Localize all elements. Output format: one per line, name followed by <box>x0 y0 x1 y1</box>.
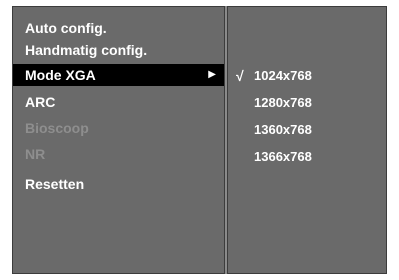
osd-menu: Auto config. Handmatig config. Mode XGA … <box>12 6 387 274</box>
menu-item-nr: NR <box>13 143 224 165</box>
option-label: 1280x768 <box>254 95 312 110</box>
menu-item-resetten[interactable]: Resetten <box>13 173 224 195</box>
main-menu-panel: Auto config. Handmatig config. Mode XGA … <box>12 6 225 274</box>
menu-item-label: Mode XGA <box>25 67 96 83</box>
submenu-arrow-icon: ▶ <box>208 69 216 80</box>
menu-item-label: NR <box>25 146 46 162</box>
menu-item-label: Resetten <box>25 176 85 192</box>
option-label: 1024x768 <box>254 68 312 83</box>
submenu-panel: √ 1024x768 1280x768 1360x768 1366x768 <box>227 6 387 274</box>
option-1360x768[interactable]: 1360x768 <box>228 120 386 140</box>
option-1366x768[interactable]: 1366x768 <box>228 147 386 167</box>
menu-item-manual-config[interactable]: Handmatig config. <box>13 39 224 61</box>
menu-item-label: Bioscoop <box>25 120 89 136</box>
menu-item-auto-config[interactable]: Auto config. <box>13 17 224 39</box>
menu-item-label: Auto config. <box>25 20 107 36</box>
menu-item-arc[interactable]: ARC <box>13 91 224 113</box>
menu-item-bioscoop: Bioscoop <box>13 117 224 139</box>
checkmark-icon: √ <box>236 68 244 84</box>
option-label: 1360x768 <box>254 122 312 137</box>
menu-item-mode-xga[interactable]: Mode XGA ▶ <box>13 64 224 86</box>
menu-item-label: ARC <box>25 94 56 110</box>
menu-item-label: Handmatig config. <box>25 42 148 58</box>
option-1024x768[interactable]: √ 1024x768 <box>228 66 386 86</box>
option-1280x768[interactable]: 1280x768 <box>228 93 386 113</box>
option-label: 1366x768 <box>254 149 312 164</box>
